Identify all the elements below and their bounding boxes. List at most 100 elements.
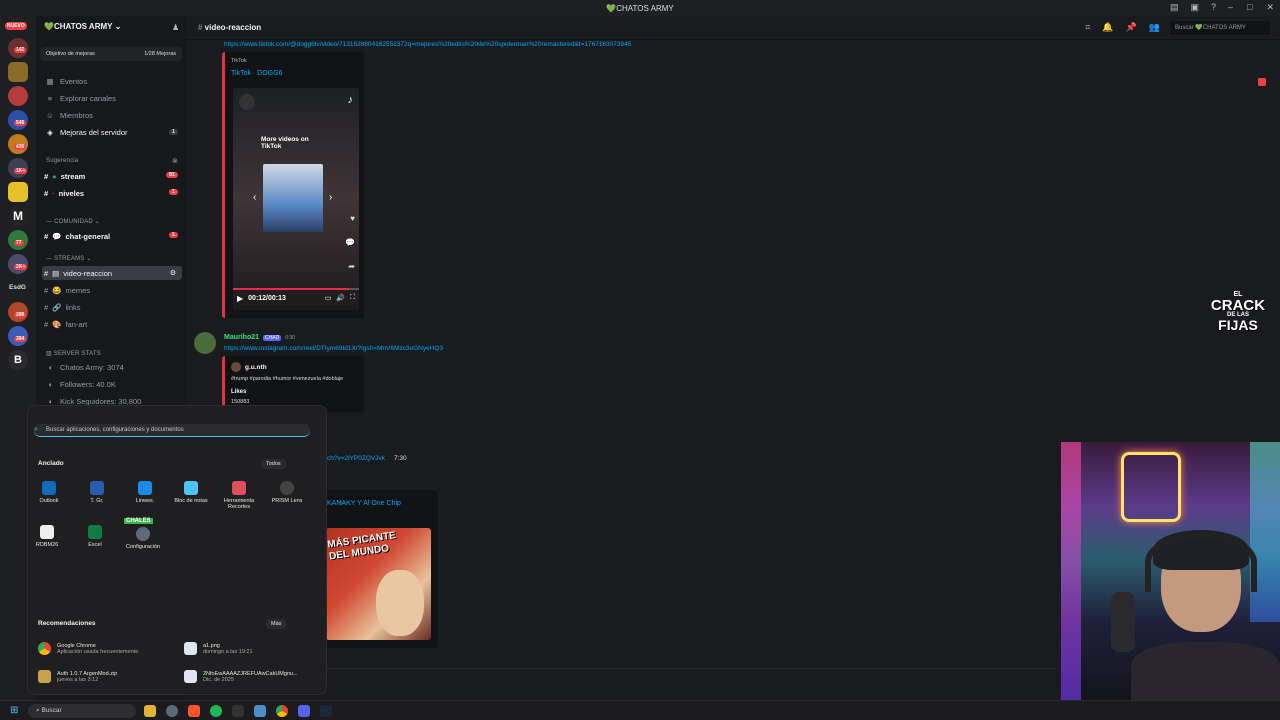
category-sugerencia[interactable]: Sugerencia xyxy=(46,158,78,164)
bell-icon[interactable]: 🔔 xyxy=(1102,22,1113,33)
spotify-icon[interactable] xyxy=(210,705,222,717)
server-icon[interactable] xyxy=(8,62,28,82)
brave-icon[interactable] xyxy=(188,705,200,717)
rec-item[interactable]: a1.png domingo a las 19:21 xyxy=(184,642,253,655)
embed-title[interactable]: TikTok · DOGG6 xyxy=(231,70,282,77)
category-comunidad[interactable]: — COMUNIDAD ⌄ xyxy=(46,218,100,225)
settings-gear-icon[interactable]: ⚙ xyxy=(170,269,176,277)
gift-icon[interactable] xyxy=(1258,78,1266,86)
play-icon[interactable]: ▶ xyxy=(237,294,243,303)
video-controls: ▶ 00:12/00:13 xyxy=(237,294,286,303)
help-icon[interactable]: ? xyxy=(1211,2,1216,13)
threads-icon[interactable]: ⌗ xyxy=(1085,22,1090,33)
message-link[interactable]: ch?v=2lYP0ZQVJvk xyxy=(327,455,385,462)
more-button[interactable]: Más xyxy=(266,619,287,629)
app-icon[interactable] xyxy=(254,705,266,717)
server-name[interactable]: 💚CHATOS ARMY ⌄ xyxy=(44,22,121,31)
message-author[interactable]: Mauriho21 xyxy=(224,334,259,341)
file-explorer-icon[interactable] xyxy=(144,705,156,717)
app-excel[interactable]: Excel xyxy=(71,525,119,548)
members-list-icon[interactable]: 👥 xyxy=(1149,22,1160,33)
nav-label: Eventos xyxy=(60,77,88,86)
app-outlook[interactable]: Outlook xyxy=(25,481,73,504)
chevron-left-icon[interactable]: ‹ xyxy=(253,192,256,203)
captions-icon[interactable]: ▭ xyxy=(325,294,332,302)
app-icon[interactable] xyxy=(232,705,244,717)
discord-icon[interactable] xyxy=(298,705,310,717)
steam-icon[interactable] xyxy=(320,705,332,717)
channel-fan-art[interactable]: # 🎨 fan-art xyxy=(42,317,182,331)
boost-icon: ◈ xyxy=(47,128,53,137)
message-time: 0:30 xyxy=(285,334,295,341)
taskbar-search[interactable]: ⌕ Buscar xyxy=(28,704,136,718)
channel-video-reaccion[interactable]: # ▤ video-reaccion ⚙ xyxy=(42,266,182,280)
channel-title: # video-reaccion xyxy=(198,23,261,32)
embed-title[interactable]: KANAKY Y Al One Chip xyxy=(327,500,401,507)
nav-members[interactable]: ☺ Miembros xyxy=(46,111,93,120)
screen-icon[interactable]: ▣ xyxy=(1190,2,1199,13)
chrome-icon[interactable] xyxy=(276,705,288,717)
start-search-input[interactable]: Buscar aplicaciones, configuraciones y d… xyxy=(34,424,310,437)
nav-server-boosts[interactable]: ◈ Mejoras del servidor xyxy=(46,128,127,137)
windows-start-icon[interactable]: ⊞ xyxy=(10,705,18,717)
server-label[interactable]: EsdG xyxy=(9,284,26,291)
heart-icon[interactable]: ♥ xyxy=(350,214,355,223)
app-rdbm26[interactable]: RDBM26 xyxy=(23,525,71,548)
window-title: 💚CHATOS ARMY xyxy=(606,3,674,13)
chevron-right-icon[interactable]: › xyxy=(329,192,332,203)
server-icon-m[interactable]: M xyxy=(8,206,28,226)
app-2[interactable]: T. Gr. xyxy=(73,481,121,504)
tiktok-logo-icon: ♪ xyxy=(347,94,354,106)
settings-icon[interactable] xyxy=(166,705,178,717)
app-settings[interactable]: Configuración xyxy=(119,527,167,550)
pin-icon[interactable]: 📌 xyxy=(1126,22,1137,33)
server-icon[interactable] xyxy=(8,182,28,202)
app-prism-lens[interactable]: PRISM Lens xyxy=(263,481,311,504)
app-notepad[interactable]: Bloc de notas xyxy=(167,481,215,504)
channel-chat-general[interactable]: # 💬 chat-general xyxy=(42,229,182,243)
search-input[interactable]: Buscar 💚CHATOS ARMY xyxy=(1170,21,1270,35)
add-member-icon[interactable]: ♟ xyxy=(172,23,179,32)
rec-item[interactable]: Google Chrome Aplicación usada frecuentem… xyxy=(38,642,138,655)
progress-track[interactable] xyxy=(233,288,359,290)
share-icon[interactable]: ➦ xyxy=(348,262,355,271)
nav-browse-channels[interactable]: ≡ Explorar canales xyxy=(46,94,116,103)
app-snipping-tool[interactable]: Herramienta Recortes xyxy=(215,481,263,510)
channel-stream[interactable]: # ● stream xyxy=(42,169,182,183)
message-link[interactable]: https://www.instagram.com/reel/DTIym69Id… xyxy=(224,345,443,352)
minimize-icon[interactable]: – xyxy=(1228,2,1233,13)
logo-line: FIJAS xyxy=(1218,316,1258,333)
boost-goal-bar[interactable]: Objetivo de mejoras 1/28 Mejoras xyxy=(40,47,182,61)
message-link[interactable]: https://www.tiktok.com/@dogg6tv/video/71… xyxy=(224,41,631,48)
rec-item[interactable]: 2NfoEwAAAAZJREFUAwCakUMgnu... Dic. de 202… xyxy=(184,670,298,683)
embed-author[interactable]: g.u.nth xyxy=(231,362,267,372)
tiktok-video-player[interactable]: ♪ More videos on TikTok ‹ › ♥ 💬 ➦ ▶ 00:1… xyxy=(233,88,359,310)
server-icon-b[interactable]: B xyxy=(8,350,28,370)
volume-icon[interactable]: 🔊 xyxy=(336,294,345,302)
rec-item[interactable]: Auth 1.0.7 ArgenMod.zip jueves a las 3:12 xyxy=(38,670,117,683)
channel-memes[interactable]: # 😂 memes xyxy=(42,283,182,297)
video-thumbnail[interactable] xyxy=(263,164,323,232)
video-thumbnail[interactable]: MÁS PICANTE DEL MUNDO xyxy=(326,528,431,640)
comment-icon[interactable]: 💬 xyxy=(345,238,355,247)
server-icon[interactable] xyxy=(8,86,28,106)
channel-links[interactable]: # 🔗 links xyxy=(42,300,182,314)
neon-sign xyxy=(1121,452,1181,522)
category-server-stats[interactable]: ▥ SERVER STATS xyxy=(46,350,101,357)
rec-sub: domingo a las 19:21 xyxy=(203,648,253,655)
boost-goal-progress: 1/28 Mejoras xyxy=(144,51,176,57)
film-icon: ▤ xyxy=(52,268,60,278)
close-icon[interactable]: ✕ xyxy=(1266,2,1274,13)
close-icon[interactable]: ⊗ xyxy=(172,157,178,165)
all-apps-button[interactable]: Todos xyxy=(261,459,286,469)
maximize-icon[interactable]: □ xyxy=(1247,2,1252,13)
category-streams[interactable]: — STREAMS ⌄ xyxy=(46,255,92,262)
file-icon xyxy=(184,670,197,683)
nav-events[interactable]: ▦ Eventos xyxy=(46,77,87,86)
channel-niveles[interactable]: # · niveles xyxy=(42,186,182,200)
app-3[interactable]: Linwes. xyxy=(121,481,169,504)
inbox-icon[interactable]: ▤ xyxy=(1170,2,1179,13)
fullscreen-icon[interactable]: ⛶ xyxy=(350,294,355,302)
app-label: Herramienta Recortes xyxy=(223,498,255,510)
avatar[interactable] xyxy=(194,332,216,354)
